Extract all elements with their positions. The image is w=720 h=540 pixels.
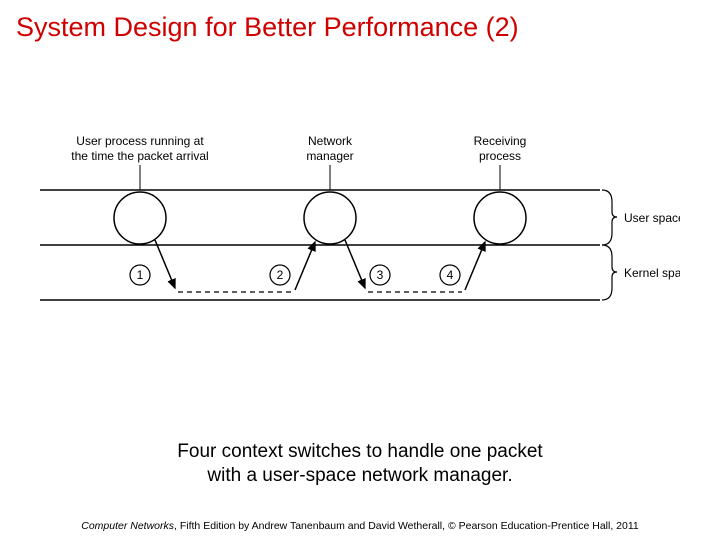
- caption-line-1: Four context switches to handle one pack…: [177, 441, 542, 462]
- slide-caption: Four context switches to handle one pack…: [0, 440, 720, 488]
- slide-footer: Computer Networks, Fifth Edition by Andr…: [0, 520, 720, 532]
- arrow-step-1: [155, 240, 175, 288]
- step-number-1: 1: [137, 268, 144, 282]
- slide-title: System Design for Better Performance (2): [0, 0, 720, 43]
- circle-receiving-process: [474, 192, 526, 244]
- label-user-space: User space: [624, 211, 680, 225]
- brace-user-space: [602, 190, 617, 245]
- label-network-manager: Network: [308, 134, 353, 148]
- caption-line-2: with a user-space network manager.: [207, 465, 512, 486]
- label-network-manager-line2: manager: [306, 149, 353, 163]
- brace-kernel-space: [602, 245, 617, 300]
- label-user-process-line2: the time the packet arrival: [71, 149, 208, 163]
- circle-user-process: [114, 192, 166, 244]
- label-kernel-space: Kernel space: [624, 266, 680, 280]
- step-number-3: 3: [377, 268, 384, 282]
- label-receiving-process: Receiving: [474, 134, 527, 148]
- footer-rest: , Fifth Edition by Andrew Tanenbaum and …: [174, 520, 639, 532]
- footer-book-title: Computer Networks: [81, 520, 174, 532]
- step-number-4: 4: [447, 268, 454, 282]
- label-user-process: User process running at: [76, 134, 204, 148]
- step-number-2: 2: [277, 268, 284, 282]
- context-switch-diagram: User process running at the time the pac…: [40, 130, 680, 350]
- arrow-step-4: [465, 242, 485, 290]
- label-receiving-process-line2: process: [479, 149, 521, 163]
- circle-network-manager: [304, 192, 356, 244]
- arrow-step-3: [345, 240, 365, 288]
- arrow-step-2: [295, 242, 315, 290]
